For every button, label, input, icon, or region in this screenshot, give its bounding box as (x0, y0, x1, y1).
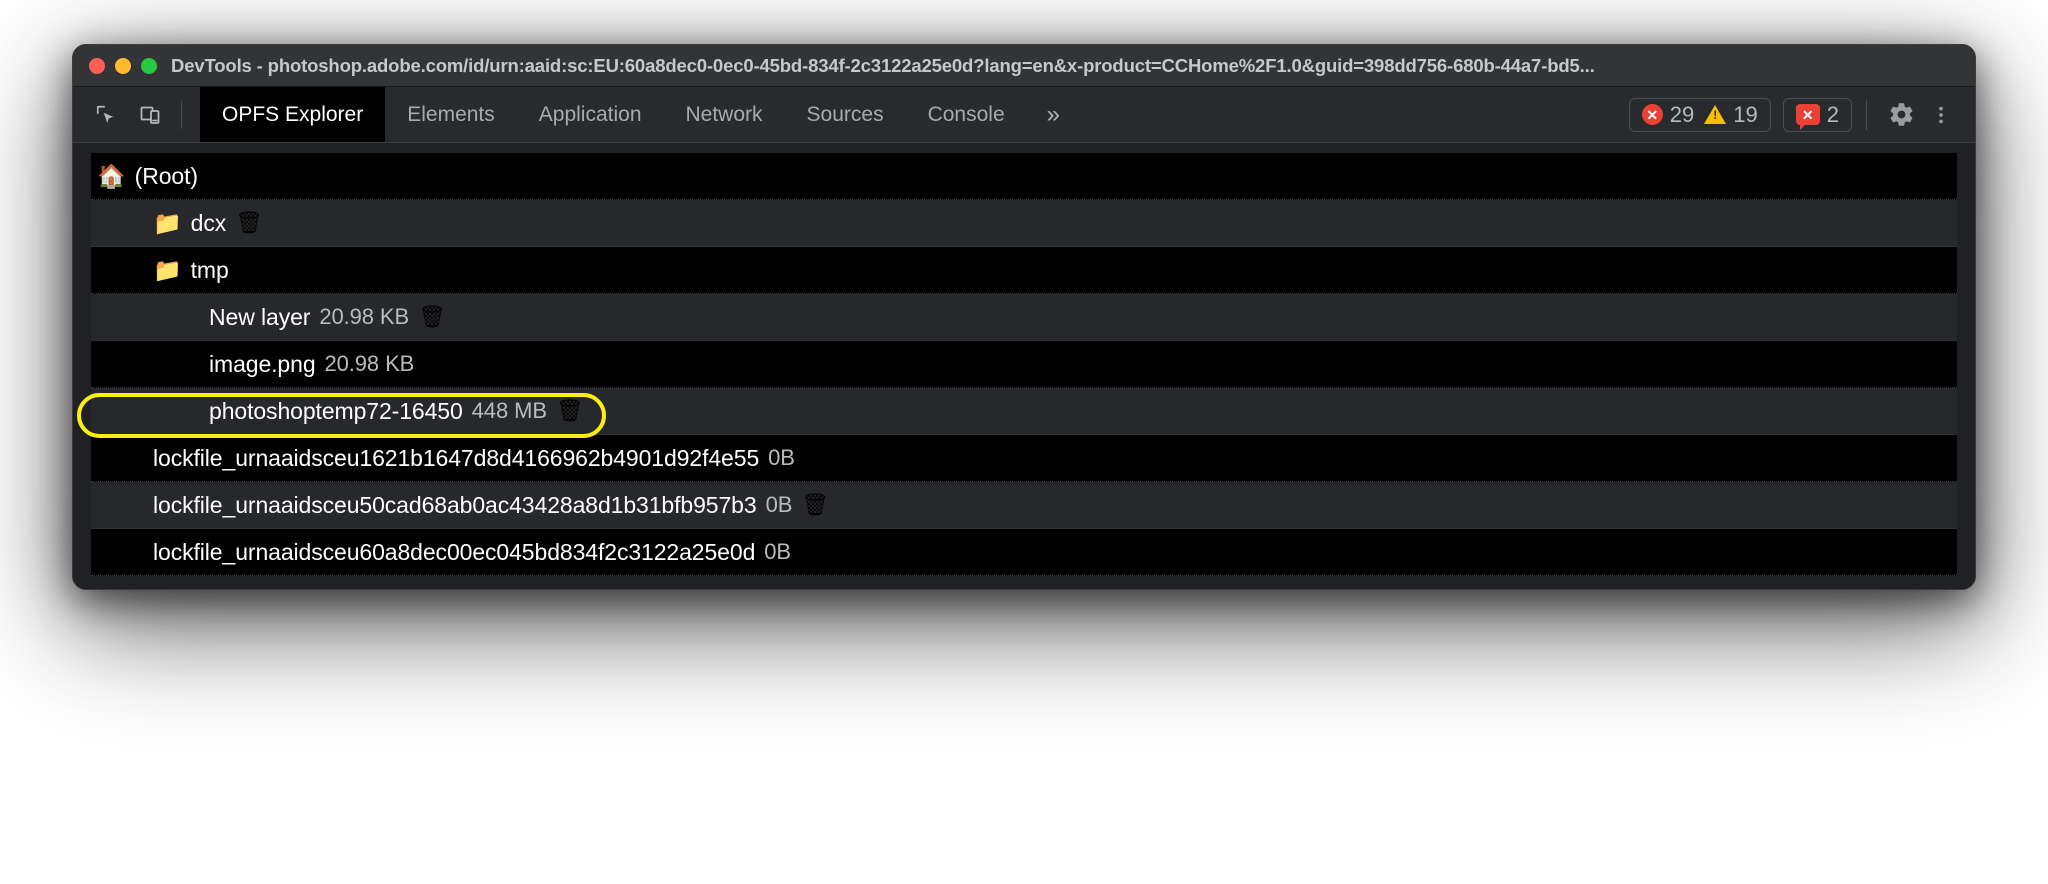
tree-row-name: New layer (209, 304, 310, 331)
tab-sources[interactable]: Sources (785, 87, 906, 142)
traffic-light-controls (89, 58, 157, 74)
x-glyph: ✕ (1802, 108, 1814, 122)
kebab-menu-icon[interactable] (1921, 95, 1961, 135)
trash-icon[interactable]: 🗑 (235, 212, 263, 234)
tree-row-content: image.png 20.98 KB 🗑 (91, 351, 451, 378)
tree-row-name: (Root) (135, 163, 198, 190)
gear-icon[interactable] (1881, 95, 1921, 135)
toolbar-buttons (73, 87, 200, 142)
tab-network[interactable]: Network (664, 87, 785, 142)
tree-row-size: 448 MB (472, 398, 547, 424)
folder-icon: 📁 (153, 212, 182, 235)
tree-row[interactable]: lockfile_urnaaidsceu60a8dec00ec045bd834f… (91, 529, 1957, 576)
tree-row[interactable]: 📁 dcx 🗑 (91, 200, 1957, 247)
issues-count-group[interactable]: ✕ 2 (1783, 98, 1852, 132)
trash-icon[interactable]: 🗑 (423, 353, 451, 375)
tab-opfs-explorer[interactable]: OPFS Explorer (200, 87, 385, 142)
tree-row-content: lockfile_urnaaidsceu50cad68ab0ac43428a8d… (91, 492, 829, 519)
tree-row[interactable]: lockfile_urnaaidsceu50cad68ab0ac43428a8d… (91, 482, 1957, 529)
warning-count-badge[interactable]: 19 (1704, 104, 1757, 126)
tree-row[interactable]: New layer 20.98 KB 🗑 (91, 294, 1957, 341)
trash-icon[interactable]: 🗑 (804, 447, 832, 469)
close-window-button[interactable] (89, 58, 105, 74)
tree-row-name: image.png (209, 351, 316, 378)
warning-triangle-icon (1704, 105, 1726, 124)
home-icon: 🏠 (97, 165, 126, 188)
error-circle-icon: ✕ (1642, 104, 1663, 125)
trash-icon[interactable]: 🗑 (801, 494, 829, 516)
device-toolbar-icon[interactable] (131, 96, 169, 134)
tree-row-content: photoshoptemp72-16450 448 MB 🗑 (91, 398, 584, 425)
toolbar-divider (181, 101, 182, 129)
minimize-window-button[interactable] (115, 58, 131, 74)
tree-row-content: 📁 dcx 🗑 (91, 210, 263, 237)
tree-row-name: tmp (191, 257, 229, 284)
error-count-badge[interactable]: ✕ 29 (1642, 104, 1694, 126)
trash-icon[interactable]: 🗑 (800, 541, 828, 563)
devtools-tab-strip: OPFS Explorer Elements Application Netwo… (73, 87, 1975, 143)
tree-row[interactable]: 🏠 (Root) (91, 153, 1957, 200)
maximize-window-button[interactable] (141, 58, 157, 74)
inspect-element-icon[interactable] (87, 96, 125, 134)
issues-count-badge[interactable]: ✕ 2 (1796, 104, 1839, 126)
tree-row-size: 20.98 KB (319, 304, 409, 330)
window-title: DevTools - photoshop.adobe.com/id/urn:aa… (171, 45, 1955, 87)
devtools-window: DevTools - photoshop.adobe.com/id/urn:aa… (72, 44, 1976, 590)
tree-row-name: photoshoptemp72-16450 (209, 398, 463, 425)
tree-row-name: lockfile_urnaaidsceu50cad68ab0ac43428a8d… (153, 492, 757, 519)
trash-icon[interactable]: 🗑 (238, 259, 266, 281)
trash-icon[interactable]: 🗑 (556, 400, 584, 422)
tab-strip-right-cluster: ✕ 29 19 ✕ 2 (1629, 87, 1975, 142)
tree-row-name: lockfile_urnaaidsceu60a8dec00ec045bd834f… (153, 539, 755, 566)
tree-row[interactable]: lockfile_urnaaidsceu1621b1647d8d4166962b… (91, 435, 1957, 482)
tree-row-highlighted[interactable]: photoshoptemp72-16450 448 MB 🗑 (91, 388, 1957, 435)
warning-count-value: 19 (1733, 104, 1757, 126)
tab-application[interactable]: Application (517, 87, 664, 142)
tree-row[interactable]: image.png 20.98 KB 🗑 (91, 341, 1957, 388)
x-glyph: ✕ (1646, 108, 1658, 122)
tree-row-name: lockfile_urnaaidsceu1621b1647d8d4166962b… (153, 445, 759, 472)
tab-console[interactable]: Console (906, 87, 1027, 142)
error-count-value: 29 (1670, 104, 1694, 126)
folder-icon: 📁 (153, 259, 182, 282)
right-cluster-divider (1866, 100, 1867, 130)
tree-row-content: New layer 20.98 KB 🗑 (91, 304, 446, 331)
tree-row-name: dcx (191, 210, 227, 237)
console-counts-group[interactable]: ✕ 29 19 (1629, 98, 1771, 132)
tree-row-size: 20.98 KB (325, 351, 415, 377)
tree-row-content: 🏠 (Root) (91, 163, 198, 190)
tab-elements[interactable]: Elements (385, 87, 517, 142)
more-tabs-chevron-icon[interactable]: » (1027, 87, 1080, 142)
issue-bubble-icon: ✕ (1796, 104, 1820, 125)
tree-row-size: 0B (766, 492, 793, 518)
trash-icon[interactable]: 🗑 (418, 306, 446, 328)
issues-count-value: 2 (1827, 104, 1839, 126)
tree-row-size: 0B (768, 445, 795, 471)
panel-tabs: OPFS Explorer Elements Application Netwo… (200, 87, 1080, 142)
screenshot-canvas: DevTools - photoshop.adobe.com/id/urn:aa… (0, 0, 2048, 884)
tree-row[interactable]: 📁 tmp 🗑 (91, 247, 1957, 294)
tree-row-content: lockfile_urnaaidsceu60a8dec00ec045bd834f… (91, 539, 828, 566)
tree-row-size: 0B (764, 539, 791, 565)
tree-row-content: lockfile_urnaaidsceu1621b1647d8d4166962b… (91, 445, 832, 472)
tree-row-content: 📁 tmp 🗑 (91, 257, 266, 284)
opfs-file-tree: 🏠(Root)📁dcx🗑📁tmp🗑New layer20.98 KB🗑image… (73, 143, 1975, 590)
title-bar: DevTools - photoshop.adobe.com/id/urn:aa… (73, 45, 1975, 87)
tab-strip-spacer (1080, 87, 1629, 142)
